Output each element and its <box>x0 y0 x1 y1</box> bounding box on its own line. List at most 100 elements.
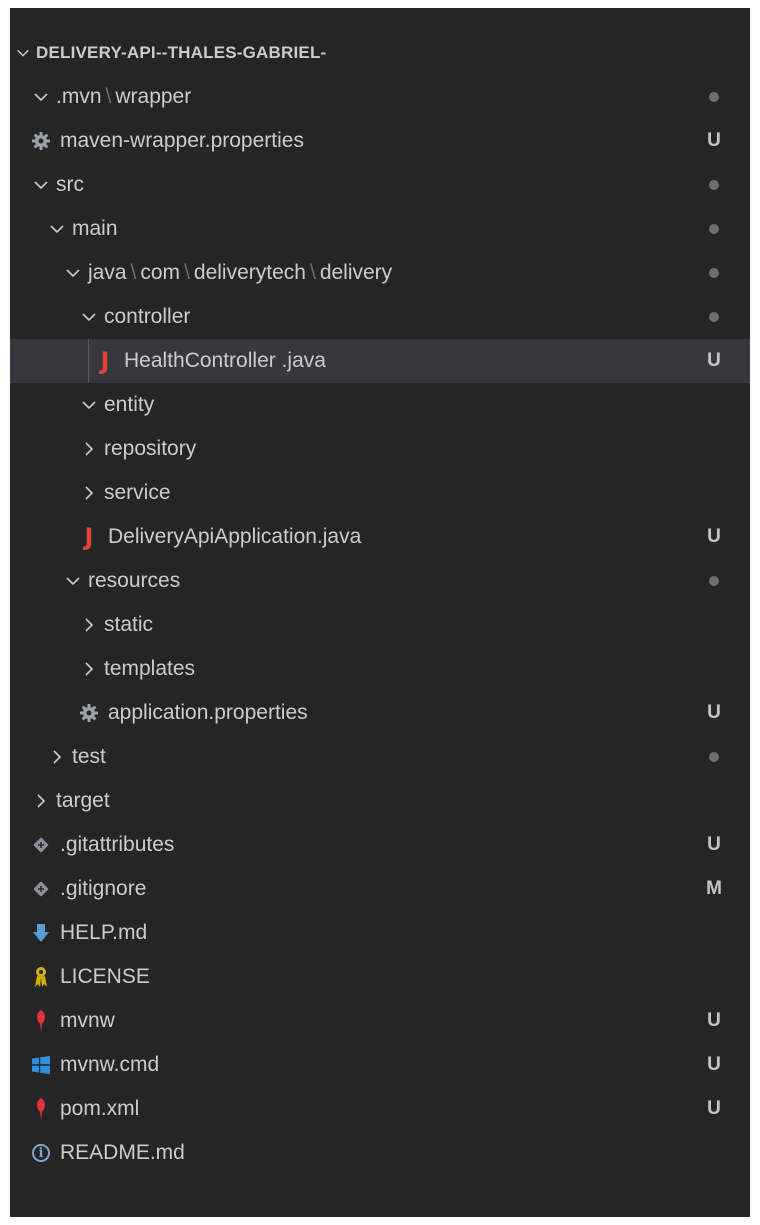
path-separator: \ <box>105 85 112 108</box>
markdown-download-icon <box>28 920 54 946</box>
chevron-down-icon[interactable] <box>60 568 86 594</box>
folder-segment: entity <box>104 393 155 416</box>
folder-segment: templates <box>104 657 196 680</box>
path-separator: \ <box>184 261 190 284</box>
folder-item-mvn-wrapper[interactable]: .mvn \ wrapper <box>10 75 750 119</box>
folder-segment: service <box>104 481 171 504</box>
git-status-badge: U <box>707 834 721 855</box>
chevron-down-icon[interactable] <box>60 260 86 286</box>
chevron-down-icon <box>10 46 36 60</box>
folder-label: .mvn \ wrapper <box>56 85 191 109</box>
folder-segment: static <box>104 613 154 636</box>
file-item-maven-wrapper-properties[interactable]: maven-wrapper.properties U <box>10 119 750 163</box>
file-item-application-properties[interactable]: application.properties U <box>10 691 750 735</box>
maven-feather-icon <box>28 1096 54 1122</box>
windows-icon <box>28 1052 54 1078</box>
modified-dot-badge <box>709 180 719 190</box>
file-item-license[interactable]: LICENSE <box>10 955 750 999</box>
chevron-down-icon[interactable] <box>28 172 54 198</box>
chevron-down-icon[interactable] <box>76 304 102 330</box>
git-status-badge: U <box>707 1098 721 1119</box>
folder-item-controller[interactable]: controller <box>10 295 750 339</box>
chevron-right-icon[interactable] <box>76 436 102 462</box>
file-label: HELP.md <box>60 921 148 944</box>
git-icon <box>28 832 54 858</box>
file-item-gitignore[interactable]: .gitignore M <box>10 867 750 911</box>
folder-label: src <box>56 173 84 197</box>
folder-label: java \ com \ deliverytech \ delivery <box>88 261 392 285</box>
chevron-down-icon[interactable] <box>28 84 54 110</box>
folder-label: main <box>72 217 118 241</box>
file-item-help-md[interactable]: HELP.md <box>10 911 750 955</box>
folder-segment: resources <box>88 569 181 592</box>
folder-segment: wrapper <box>115 85 192 108</box>
folder-label: entity <box>104 393 154 417</box>
folder-item-test[interactable]: test <box>10 735 750 779</box>
folder-item-static[interactable]: static <box>10 603 750 647</box>
folder-item-java-com-deliverytech-delivery[interactable]: java \ com \ deliverytech \ delivery <box>10 251 750 295</box>
path-separator: \ <box>309 261 316 284</box>
file-item-deliveryapiapplication-java[interactable]: J DeliveryApiApplication.java U <box>10 515 750 559</box>
folder-label: resources <box>88 569 180 593</box>
folder-item-entity[interactable]: entity <box>10 383 750 427</box>
folder-item-src[interactable]: src <box>10 163 750 207</box>
folder-item-templates[interactable]: templates <box>10 647 750 691</box>
folder-segment: delivery <box>319 261 393 284</box>
folder-item-repository[interactable]: repository <box>10 427 750 471</box>
chevron-right-icon[interactable] <box>76 656 102 682</box>
file-item-pom-xml[interactable]: pom.xml U <box>10 1087 750 1131</box>
folder-item-resources[interactable]: resources <box>10 559 750 603</box>
git-icon <box>28 876 54 902</box>
folder-segment: .mvn <box>56 85 102 108</box>
file-label: .gitignore <box>60 877 147 900</box>
git-status-badge: U <box>707 350 721 371</box>
folder-label: service <box>104 481 171 505</box>
chevron-down-icon[interactable] <box>44 216 70 242</box>
gear-icon <box>28 128 54 154</box>
chevron-right-icon[interactable] <box>76 612 102 638</box>
file-label: HealthController .java <box>124 349 326 372</box>
file-label: pom.xml <box>60 1097 140 1120</box>
file-label: README.md <box>60 1141 185 1164</box>
file-label: application.properties <box>108 701 308 724</box>
modified-dot-badge <box>709 92 719 102</box>
explorer-root-header[interactable]: DELIVERY-API--THALES-GABRIEL- <box>10 31 750 75</box>
file-item-gitattributes[interactable]: .gitattributes U <box>10 823 750 867</box>
folder-segment: target <box>56 789 110 812</box>
chevron-down-icon[interactable] <box>76 392 102 418</box>
folder-label: test <box>72 745 106 769</box>
folder-item-service[interactable]: service <box>10 471 750 515</box>
git-status-badge: U <box>707 1010 721 1031</box>
java-icon: J <box>84 523 94 551</box>
folder-segment: src <box>56 173 84 196</box>
folder-segment: com <box>140 261 181 284</box>
gear-icon <box>76 700 102 726</box>
git-status-badge: U <box>707 1054 721 1075</box>
info-icon: i <box>28 1140 54 1166</box>
git-status-badge: U <box>707 702 721 723</box>
file-item-readme-md[interactable]: i README.md <box>10 1131 750 1175</box>
folder-segment: deliverytech <box>193 261 306 284</box>
chevron-right-icon[interactable] <box>76 480 102 506</box>
git-status-badge: U <box>707 526 721 547</box>
folder-item-main[interactable]: main <box>10 207 750 251</box>
folder-label: controller <box>104 305 190 329</box>
folder-segment: controller <box>104 305 191 328</box>
folder-segment: java <box>88 261 127 284</box>
license-icon <box>28 964 54 990</box>
file-item-mvnw-cmd[interactable]: mvnw.cmd U <box>10 1043 750 1087</box>
folder-item-target[interactable]: target <box>10 779 750 823</box>
folder-label: static <box>104 613 153 637</box>
chevron-right-icon[interactable] <box>44 744 70 770</box>
file-label: LICENSE <box>60 965 150 988</box>
git-status-badge: U <box>707 130 721 151</box>
modified-dot-badge <box>709 224 719 234</box>
file-item-healthcontroller-java[interactable]: J HealthController .java U <box>10 339 750 383</box>
file-label: mvnw.cmd <box>60 1053 160 1076</box>
file-label: maven-wrapper.properties <box>60 129 304 152</box>
folder-segment: test <box>72 745 106 768</box>
file-item-mvnw[interactable]: mvnw U <box>10 999 750 1043</box>
chevron-right-icon[interactable] <box>28 788 54 814</box>
file-explorer: DELIVERY-API--THALES-GABRIEL- .mvn \ wrapp… <box>10 8 750 1217</box>
modified-dot-badge <box>709 576 719 586</box>
